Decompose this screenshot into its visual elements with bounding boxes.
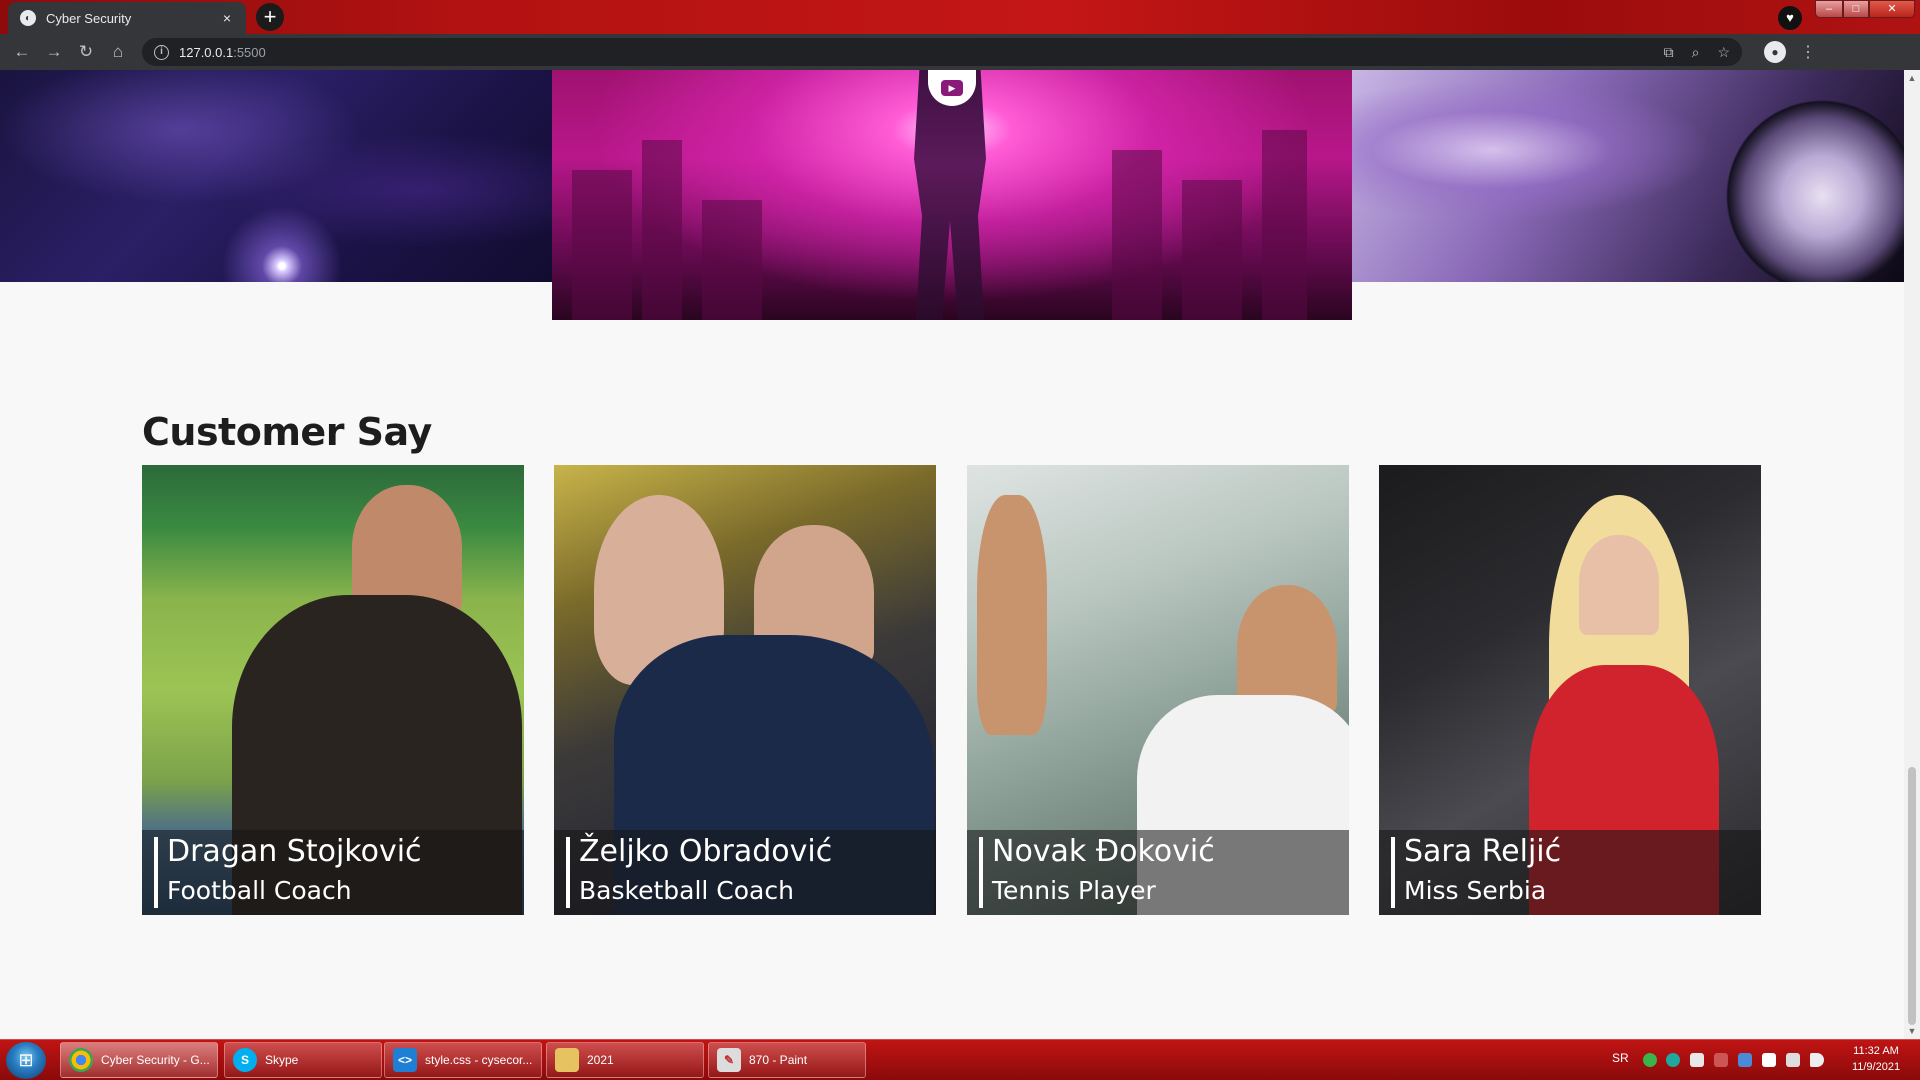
maximize-window-button[interactable]: □ [1843, 0, 1869, 18]
browser-toolbar: ← → ↻ ⌂ i 127.0.0.1 :5500 ⧉ ⌕ ☆ ● ⋮ [0, 34, 1920, 70]
customer-role: Miss Serbia [1404, 876, 1547, 905]
customer-card[interactable]: Željko Obradović Basketball Coach [554, 465, 936, 915]
close-window-button[interactable]: ✕ [1869, 0, 1915, 18]
customer-role: Football Coach [167, 876, 352, 905]
back-icon[interactable]: ← [6, 38, 38, 66]
start-button[interactable]: ⊞ [6, 1042, 46, 1079]
browser-menu-icon[interactable]: ⋮ [1800, 42, 1816, 62]
customer-name: Željko Obradović [579, 834, 833, 869]
taskbar-item-chrome[interactable]: Cyber Security - G... [60, 1042, 218, 1078]
clock-date: 11/9/2021 [1851, 1061, 1901, 1073]
customer-cards: Dragan Stojković Football Coach Željko O… [142, 465, 1762, 915]
forward-icon[interactable]: → [38, 38, 70, 66]
taskbar-item-vscode[interactable]: <> style.css - cysecor... [384, 1042, 542, 1078]
galaxy-banner-image [0, 70, 552, 282]
language-indicator[interactable]: SR [1612, 1051, 1629, 1065]
section-title: Customer Say [142, 410, 432, 454]
customer-name: Dragan Stojković [167, 834, 422, 869]
hero-figure [914, 70, 986, 320]
scroll-up-icon[interactable]: ▲ [1904, 70, 1920, 86]
caption-accent-bar [154, 837, 158, 908]
customer-caption: Dragan Stojković Football Coach [142, 830, 524, 915]
os-taskbar: ⊞ Cyber Security - G... S Skype <> style… [0, 1039, 1920, 1080]
site-info-icon[interactable]: i [154, 44, 169, 60]
security-tray-icon[interactable] [1643, 1053, 1657, 1067]
customer-name: Novak Đoković [992, 834, 1215, 869]
site-favicon-icon: ◐ [20, 10, 36, 26]
planet-banner-image [1352, 70, 1904, 282]
usb-tray-icon[interactable] [1690, 1053, 1704, 1067]
tab-close-icon[interactable]: × [218, 10, 236, 26]
translate-icon[interactable]: ⧉ [1664, 44, 1674, 61]
alert-tray-icon[interactable] [1714, 1053, 1728, 1067]
customer-caption: Sara Reljić Miss Serbia [1379, 830, 1761, 915]
minimize-window-button[interactable]: – [1815, 0, 1843, 18]
taskbar-item-label: Cyber Security - G... [101, 1053, 210, 1067]
new-tab-button[interactable]: + [256, 3, 284, 31]
browser-titlebar: ◐ Cyber Security × + ♥ – □ ✕ [0, 0, 1920, 34]
taskbar-item-folder[interactable]: 2021 [546, 1042, 704, 1078]
page-scrollbar[interactable]: ▲ ▼ [1904, 70, 1920, 1039]
customer-card[interactable]: Sara Reljić Miss Serbia [1379, 465, 1761, 915]
customer-caption: Željko Obradović Basketball Coach [554, 830, 936, 915]
network-tray-icon[interactable] [1786, 1053, 1800, 1067]
caption-accent-bar [566, 837, 570, 908]
folder-icon [555, 1048, 579, 1072]
customer-role: Basketball Coach [579, 876, 794, 905]
browser-tab[interactable]: ◐ Cyber Security × [8, 2, 246, 34]
bookmark-star-icon[interactable]: ☆ [1717, 44, 1730, 61]
taskbar-item-label: 2021 [587, 1053, 614, 1067]
system-clock[interactable]: 11:32 AM 11/9/2021 [1836, 1043, 1916, 1075]
home-icon[interactable]: ⌂ [102, 38, 134, 66]
paint-icon: ✎ [717, 1048, 741, 1072]
scroll-down-icon[interactable]: ▼ [1904, 1023, 1920, 1039]
volume-tray-icon[interactable] [1810, 1053, 1824, 1067]
customer-role: Tennis Player [992, 876, 1156, 905]
taskbar-item-label: style.css - cysecor... [425, 1053, 533, 1067]
customer-card[interactable]: Dragan Stojković Football Coach [142, 465, 524, 915]
reload-icon[interactable]: ↻ [70, 38, 102, 66]
vscode-icon: <> [393, 1048, 417, 1072]
scrollbar-thumb[interactable] [1908, 767, 1916, 1025]
zoom-icon[interactable]: ⌕ [1692, 44, 1700, 61]
caption-accent-bar [1391, 837, 1395, 908]
account-icon[interactable]: ● [1764, 41, 1786, 63]
url-port: :5500 [233, 44, 266, 60]
flag-tray-icon[interactable] [1762, 1053, 1776, 1067]
customer-card[interactable]: Novak Đoković Tennis Player [967, 465, 1349, 915]
customer-caption: Novak Đoković Tennis Player [967, 830, 1349, 915]
tab-title: Cyber Security [46, 10, 132, 26]
hero-video-thumbnail[interactable]: ▶ [552, 70, 1352, 320]
taskbar-item-skype[interactable]: S Skype [224, 1042, 382, 1078]
extension-icon[interactable]: ♥ [1778, 6, 1802, 30]
page-viewport: ▶ Customer Say Dragan Stojković Football… [0, 70, 1904, 1039]
caption-accent-bar [979, 837, 983, 908]
play-icon: ▶ [941, 80, 963, 96]
chrome-icon [69, 1048, 93, 1072]
bluetooth-tray-icon[interactable] [1738, 1053, 1752, 1067]
taskbar-item-label: 870 - Paint [749, 1053, 808, 1067]
sync-tray-icon[interactable] [1666, 1053, 1680, 1067]
skype-icon: S [233, 1048, 257, 1072]
url-host: 127.0.0.1 [179, 44, 234, 60]
customer-name: Sara Reljić [1404, 834, 1562, 869]
address-bar[interactable]: i 127.0.0.1 :5500 ⧉ ⌕ ☆ [142, 38, 1742, 66]
taskbar-item-paint[interactable]: ✎ 870 - Paint [708, 1042, 866, 1078]
clock-time: 11:32 AM [1853, 1045, 1899, 1057]
taskbar-item-label: Skype [265, 1053, 299, 1067]
